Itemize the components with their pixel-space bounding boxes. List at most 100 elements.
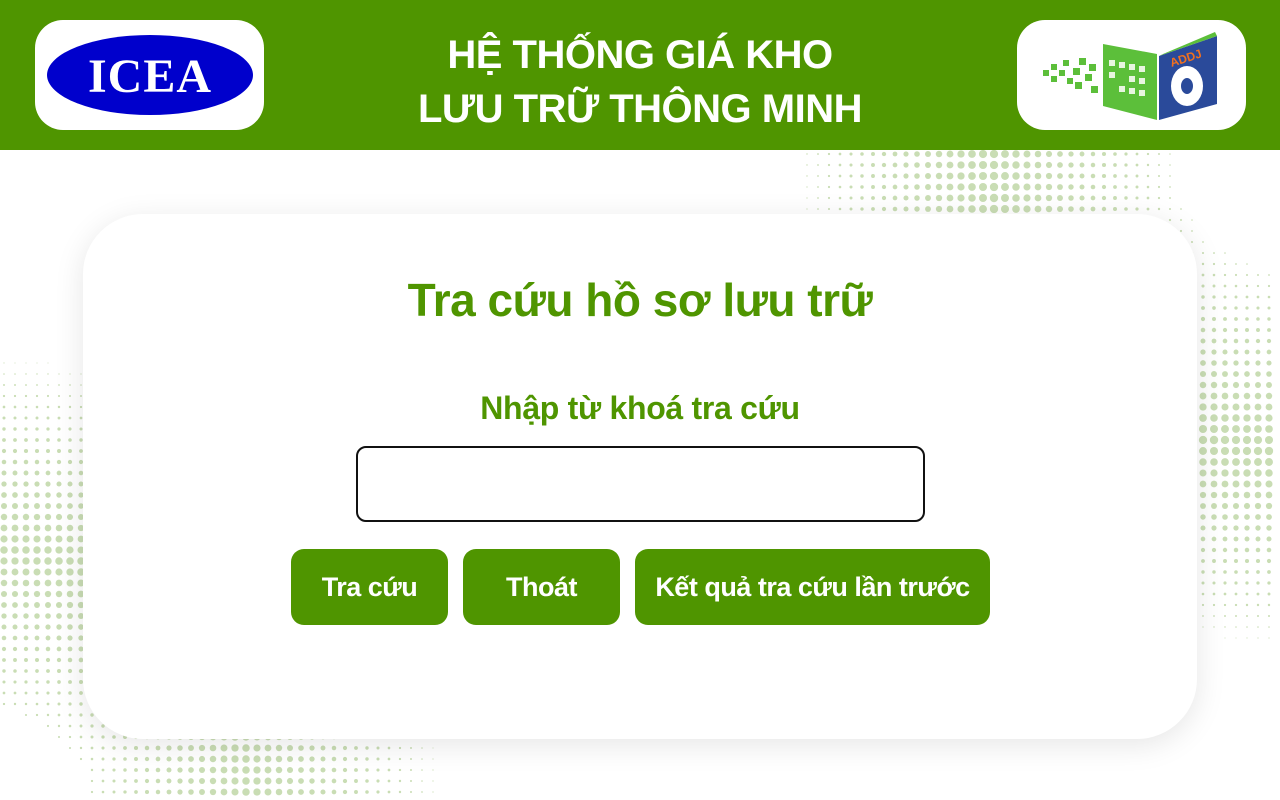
background-dot (67, 470, 73, 476)
background-dot (1, 481, 7, 487)
background-dot (1001, 161, 1009, 169)
background-dot (1255, 514, 1261, 520)
background-dot (1135, 163, 1139, 167)
background-dot (979, 205, 987, 213)
background-dot (1191, 230, 1193, 232)
background-dot (806, 175, 808, 177)
background-dot (90, 768, 94, 772)
exit-button[interactable]: Thoát (463, 549, 620, 625)
background-dot (914, 151, 920, 157)
background-dot (1224, 615, 1226, 617)
background-dot (123, 779, 127, 783)
background-dot (1232, 458, 1240, 466)
background-dot (1023, 205, 1031, 213)
background-dot (33, 590, 41, 598)
icea-logo: ICEA (35, 20, 264, 130)
background-dot (46, 680, 50, 684)
background-dot (2, 702, 6, 706)
background-dot (1211, 514, 1217, 520)
background-dot (946, 161, 954, 169)
background-dot (1257, 626, 1259, 628)
background-dot (67, 613, 73, 619)
background-dot (1, 602, 7, 608)
background-dot (827, 207, 831, 211)
background-dot (817, 175, 819, 177)
background-dot (56, 657, 62, 663)
background-dot (55, 513, 63, 521)
background-dot (23, 646, 29, 652)
background-dot (23, 470, 29, 476)
background-dot (1244, 360, 1250, 366)
background-dot (67, 635, 73, 641)
background-dot (1135, 152, 1139, 156)
background-dot (33, 513, 41, 521)
background-dot (978, 150, 988, 159)
background-dot (1201, 262, 1205, 266)
background-dot (1254, 469, 1262, 477)
background-dot (914, 195, 920, 201)
background-dot (23, 448, 29, 454)
background-dot (12, 635, 18, 641)
background-dot (903, 195, 909, 201)
background-dot (34, 503, 40, 509)
background-dot (1266, 547, 1272, 553)
background-dot (892, 173, 898, 179)
background-dot (1101, 162, 1107, 168)
background-dot (1090, 173, 1096, 179)
background-dot (166, 745, 172, 751)
background-dot (957, 161, 965, 169)
background-dot (1068, 173, 1074, 179)
background-dot (989, 171, 999, 181)
background-dot (1180, 219, 1182, 221)
background-dot (1256, 570, 1260, 574)
background-dot (806, 197, 808, 199)
background-dot (1243, 491, 1251, 499)
background-dot (155, 745, 161, 751)
background-dot (209, 777, 217, 785)
background-dot (1057, 195, 1063, 201)
background-dot (34, 459, 40, 465)
background-dot (1222, 514, 1228, 520)
background-dot (35, 438, 39, 442)
background-dot (1000, 204, 1010, 214)
background-dot (1265, 491, 1273, 499)
background-dot (23, 624, 29, 630)
background-dot (57, 680, 61, 684)
background-dot (56, 635, 62, 641)
background-dot (57, 691, 61, 695)
background-dot (1090, 184, 1096, 190)
background-dot (68, 735, 72, 739)
background-dot (1034, 172, 1042, 180)
previous-results-button[interactable]: Kết quả tra cứu lần trước (635, 549, 990, 625)
background-dot (827, 196, 831, 200)
background-dot (0, 546, 8, 554)
background-dot (220, 777, 228, 785)
background-dot (44, 524, 52, 532)
background-dot (1190, 240, 1194, 244)
background-dot (33, 535, 41, 543)
background-dot (33, 579, 41, 587)
background-dot (1211, 547, 1217, 553)
background-dot (398, 779, 402, 783)
background-dot (242, 777, 250, 785)
background-dot (1235, 637, 1237, 639)
background-dot (1113, 185, 1117, 189)
background-dot (12, 470, 18, 476)
background-dot (827, 163, 831, 167)
background-dot (1200, 360, 1206, 366)
search-button[interactable]: Tra cứu (291, 549, 448, 625)
background-dot (286, 788, 294, 796)
background-dot (1057, 162, 1063, 168)
background-dot (286, 755, 294, 763)
background-dot (903, 151, 909, 157)
background-dot (1057, 151, 1063, 157)
background-dot (1255, 338, 1261, 344)
background-dot (79, 757, 83, 761)
background-dot (806, 208, 808, 210)
background-dot (24, 691, 28, 695)
background-dot (13, 691, 17, 695)
search-input[interactable] (356, 446, 925, 522)
background-dot (220, 744, 228, 752)
background-dot (1113, 174, 1117, 178)
background-dot (34, 646, 40, 652)
